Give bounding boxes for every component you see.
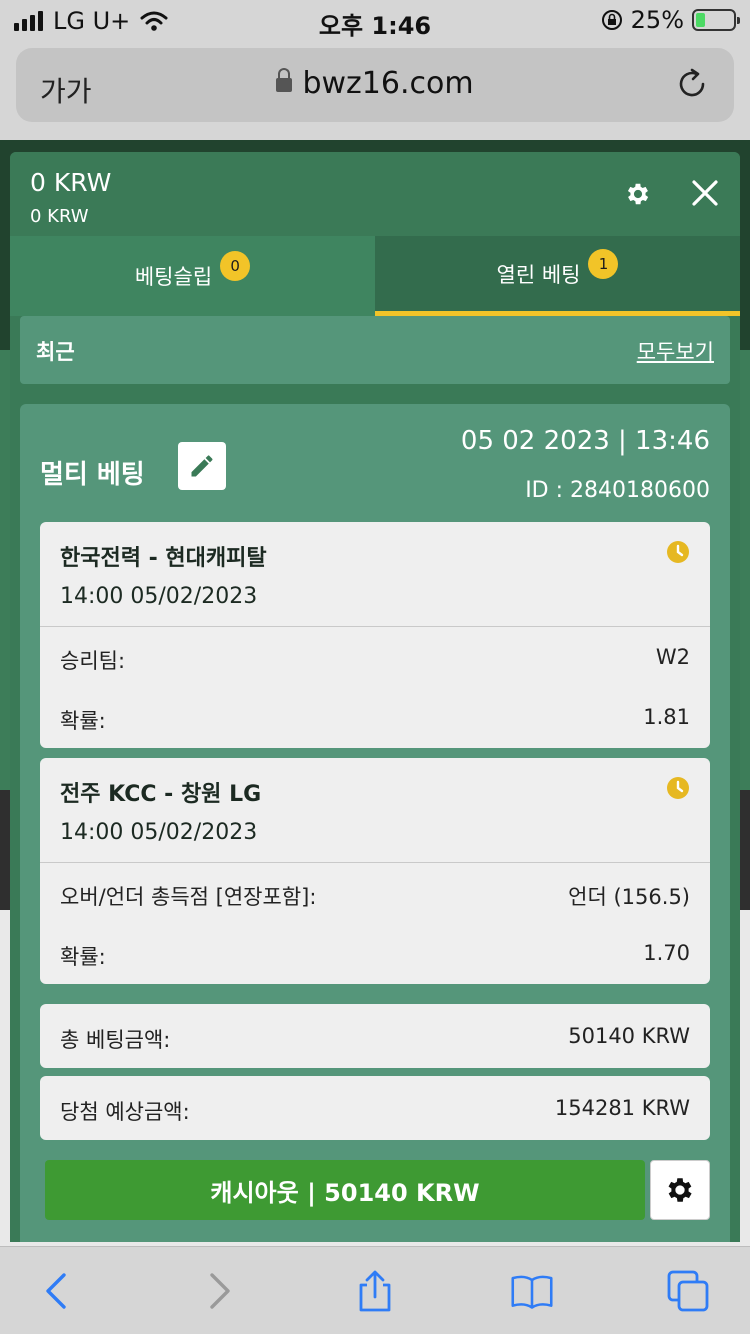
odds-row: 확률: 1.70 (40, 923, 710, 983)
reload-icon[interactable] (674, 66, 710, 102)
market-row: 승리팀: W2 (40, 627, 710, 687)
tab-label: 베팅슬립 (134, 265, 213, 289)
event-name: 전주 KCC - 창원 LG (60, 782, 262, 807)
browser-toolbar (0, 1246, 750, 1334)
betslip-panel: 0 KRW 0 KRW 베팅슬립 0 열린 베팅 1 최근 모두보기 멀티 베팅… (10, 152, 740, 1242)
browser-bar: 가가 bwz16.com (0, 42, 750, 140)
recent-label: 최근 (36, 340, 75, 364)
market-value: W2 (655, 645, 690, 669)
potential-win-row: 당첨 예상금액: 154281 KRW (40, 1076, 710, 1140)
clock-icon (667, 541, 689, 563)
odds-label: 확률: (60, 945, 106, 969)
tab-bar: 베팅슬립 0 열린 베팅 1 (10, 236, 740, 316)
event-time: 14:00 05/02/2023 (60, 584, 258, 609)
market-label: 오버/언더 총득점 [연장포함]: (60, 885, 317, 909)
forward-icon[interactable] (196, 1269, 240, 1313)
total-stake-value: 50140 KRW (568, 1024, 690, 1048)
event-card: 전주 KCC - 창원 LG 14:00 05/02/2023 오버/언더 총득… (40, 758, 710, 984)
ticket-date: 05 02 2023 | 13:46 (460, 426, 710, 456)
tabs-icon[interactable] (666, 1269, 710, 1313)
event-name: 한국전력 - 현대캐피탈 (60, 546, 267, 571)
tab-betslip[interactable]: 베팅슬립 0 (10, 236, 375, 316)
close-icon[interactable] (690, 178, 720, 208)
battery-percent: 25% (630, 6, 684, 34)
odds-label: 확률: (60, 709, 106, 733)
gear-icon[interactable] (624, 180, 652, 208)
url-text: bwz16.com (302, 66, 474, 101)
address-bar[interactable]: 가가 bwz16.com (16, 48, 734, 122)
count-badge: 1 (588, 248, 619, 279)
lock-icon (276, 67, 293, 92)
tab-open-bets[interactable]: 열린 베팅 1 (375, 236, 740, 316)
market-value: 언더 (156.5) (568, 885, 690, 909)
total-stake-label: 총 베팅금액: (60, 1028, 171, 1052)
market-row: 오버/언더 총득점 [연장포함]: 언더 (156.5) (40, 863, 710, 923)
odds-row: 확률: 1.81 (40, 687, 710, 747)
total-stake-row: 총 베팅금액: 50140 KRW (40, 1004, 710, 1068)
bet-ticket: 멀티 베팅 05 02 2023 | 13:46 ID : 2840180600… (20, 404, 730, 1242)
clock-icon (667, 777, 689, 799)
event-card: 한국전력 - 현대캐피탈 14:00 05/02/2023 승리팀: W2 확률… (40, 522, 710, 748)
share-icon[interactable] (353, 1269, 397, 1313)
odds-value: 1.70 (643, 941, 690, 965)
potential-win-label: 당첨 예상금액: (60, 1100, 190, 1124)
bookmarks-icon[interactable] (510, 1269, 554, 1313)
market-label: 승리팀: (60, 649, 126, 673)
edit-button[interactable] (178, 442, 226, 490)
status-bar: LG U+ 오후 1:46 25% (0, 0, 750, 42)
recent-bar: 최근 모두보기 (20, 316, 730, 384)
cashout-button[interactable]: 캐시아웃 | 50140 KRW (45, 1160, 645, 1220)
count-badge: 0 (220, 251, 251, 281)
ticket-title: 멀티 베팅 (40, 460, 145, 490)
balance-sub: 0 KRW (30, 206, 89, 227)
event-time: 14:00 05/02/2023 (60, 820, 258, 845)
orientation-lock-icon (601, 10, 622, 30)
cashout-settings-button[interactable] (650, 1160, 710, 1220)
ticket-id: ID : 2840180600 (525, 478, 710, 503)
view-all-link[interactable]: 모두보기 (637, 336, 714, 366)
balance-main: 0 KRW (30, 168, 112, 197)
gear-icon (668, 1178, 692, 1202)
back-icon[interactable] (36, 1269, 80, 1313)
panel-header: 0 KRW 0 KRW (10, 152, 740, 236)
pencil-icon (191, 455, 213, 477)
potential-win-value: 154281 KRW (554, 1096, 690, 1120)
tab-label: 열린 베팅 (496, 262, 581, 287)
odds-value: 1.81 (643, 705, 690, 729)
battery-icon (692, 9, 740, 31)
